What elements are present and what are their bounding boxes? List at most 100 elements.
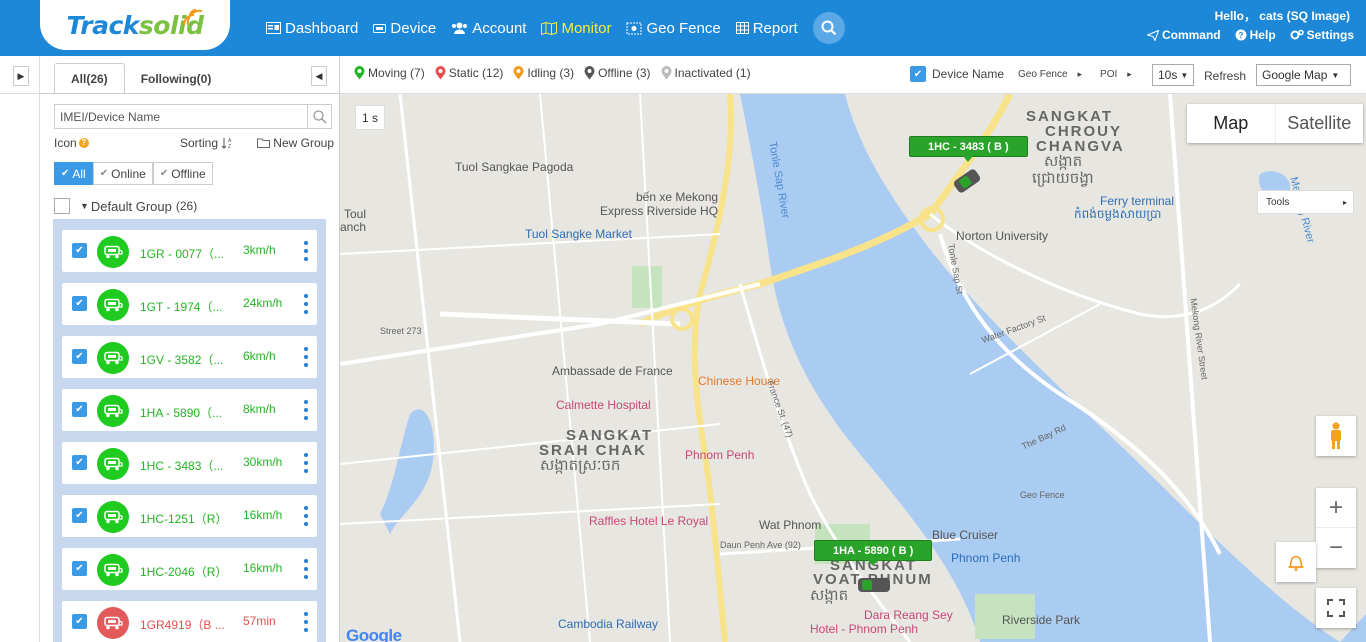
- device-speed: 24km/h: [243, 296, 283, 310]
- sorting-option[interactable]: Sorting AZ: [180, 136, 235, 150]
- map-provider-select[interactable]: Google Map ▼: [1256, 64, 1351, 86]
- new-group-button[interactable]: New Group: [257, 136, 334, 150]
- fullscreen-button[interactable]: [1316, 588, 1356, 628]
- nav-account[interactable]: Account: [451, 0, 526, 56]
- more-options-button[interactable]: [303, 612, 309, 632]
- filter-online[interactable]: ✔ Online: [92, 162, 153, 185]
- filter-offline[interactable]: ✔ Offline: [152, 162, 213, 185]
- map-canvas[interactable]: 1 s Tuol Sangkae Pagoda bến xe Mekong Ex…: [340, 94, 1366, 642]
- status-filter-item[interactable]: Static (12): [435, 66, 503, 80]
- status-filter-item[interactable]: Idling (3): [513, 66, 574, 80]
- device-card[interactable]: ✔ 1HC-2046（R） 16km/h: [62, 548, 317, 590]
- device-panel: All(26) Following(0) ◀ Icon ? Sorting AZ…: [40, 56, 340, 642]
- nav-dashboard[interactable]: Dashboard: [266, 0, 358, 56]
- folder-icon: [257, 138, 271, 148]
- check-icon: ✔: [75, 457, 84, 468]
- road-label: Street 273: [380, 326, 422, 336]
- device-card[interactable]: ✔ 1GV - 3582（... 6km/h: [62, 336, 317, 378]
- car-marker-icon[interactable]: [856, 572, 892, 598]
- status-filter-label: Moving (7): [368, 66, 425, 80]
- more-options-button[interactable]: [303, 241, 309, 261]
- default-group-row[interactable]: ▼ Default Group (26): [54, 197, 197, 215]
- device-checkbox[interactable]: ✔: [72, 508, 87, 523]
- tools-menu[interactable]: Tools ▸: [1257, 190, 1354, 214]
- device-checkbox[interactable]: ✔: [72, 614, 87, 629]
- car-marker-icon[interactable]: [950, 166, 984, 196]
- zoom-out-button[interactable]: −: [1316, 528, 1356, 568]
- geo-fence-toggle[interactable]: Geo Fence: [1018, 69, 1067, 80]
- chevron-right-icon[interactable]: ▸: [1127, 69, 1132, 80]
- zoom-in-button[interactable]: +: [1316, 488, 1356, 528]
- device-checkbox[interactable]: ✔: [72, 455, 87, 470]
- more-options-button[interactable]: [303, 294, 309, 314]
- map-type-map[interactable]: Map: [1187, 104, 1276, 143]
- device-card[interactable]: ✔ 1HA - 5890（... 8km/h: [62, 389, 317, 431]
- more-options-button[interactable]: [303, 347, 309, 367]
- check-icon: ✔: [159, 168, 169, 179]
- map-provider-value: Google Map: [1262, 68, 1328, 82]
- more-options-button[interactable]: [303, 453, 309, 473]
- status-filter-item[interactable]: Moving (7): [354, 66, 425, 80]
- group-checkbox[interactable]: [54, 198, 70, 214]
- location-pin-icon: [584, 66, 595, 80]
- expand-strip-button[interactable]: ▶: [13, 66, 29, 86]
- tab-divider: [40, 93, 340, 94]
- nav-report[interactable]: Report: [735, 0, 798, 56]
- icon-option[interactable]: Icon ?: [54, 136, 89, 150]
- device-card[interactable]: ✔ 1GR4919（B ... 57min: [62, 601, 317, 642]
- device-name-checkbox[interactable]: ✔: [910, 66, 926, 82]
- filter-all[interactable]: ✔ All: [54, 162, 93, 185]
- help-link[interactable]: ? Help: [1235, 28, 1276, 42]
- poi-toggle[interactable]: POI: [1100, 69, 1117, 80]
- status-filter-item[interactable]: Inactivated (1): [661, 66, 751, 80]
- nav-geo-fence[interactable]: Geo Fence: [626, 0, 721, 56]
- more-options-button[interactable]: [303, 506, 309, 526]
- device-checkbox[interactable]: ✔: [72, 402, 87, 417]
- device-card[interactable]: ✔ 1HC-1251（R） 16km/h: [62, 495, 317, 537]
- refresh-interval-select[interactable]: 10s ▼: [1152, 64, 1194, 86]
- device-checkbox[interactable]: ✔: [72, 243, 87, 258]
- nav-monitor[interactable]: Monitor: [541, 0, 611, 56]
- road-label: Geo Fence: [1020, 490, 1065, 500]
- settings-link[interactable]: Settings: [1290, 28, 1354, 42]
- device-map-tag[interactable]: 1HC - 3483 ( B ): [909, 136, 1028, 162]
- collapse-panel-button[interactable]: ◀: [311, 66, 327, 86]
- device-checkbox[interactable]: ✔: [72, 561, 87, 576]
- map-label: Phnom Penh: [685, 448, 755, 462]
- alarm-button[interactable]: [1276, 542, 1316, 582]
- device-checkbox[interactable]: ✔: [72, 296, 87, 311]
- device-card[interactable]: ✔ 1GT - 1974（... 24km/h: [62, 283, 317, 325]
- tracksolid-logo[interactable]: Tracksolid: [40, 0, 230, 50]
- refresh-button[interactable]: Refresh: [1204, 69, 1246, 83]
- device-name: 1HC-1251（R）: [140, 512, 228, 526]
- help-icon[interactable]: ?: [78, 138, 89, 148]
- more-options-button[interactable]: [303, 559, 309, 579]
- more-options-button[interactable]: [303, 400, 309, 420]
- device-checkbox[interactable]: ✔: [72, 349, 87, 364]
- status-filter-item[interactable]: Offline (3): [584, 66, 651, 80]
- new-group-label: New Group: [273, 136, 334, 150]
- strip-divider: [0, 93, 40, 94]
- device-map-tag[interactable]: 1HA - 5890 ( B ): [814, 540, 933, 566]
- command-link[interactable]: Command: [1146, 28, 1221, 42]
- map-type-satellite[interactable]: Satellite: [1276, 104, 1364, 143]
- map-label: Norton University: [956, 229, 1049, 243]
- map-label: Tuol Sangke Market: [525, 227, 632, 241]
- device-speed: 30km/h: [243, 455, 283, 469]
- nav-device[interactable]: Device: [373, 0, 436, 56]
- chevron-right-icon[interactable]: ▸: [1078, 69, 1083, 80]
- nav-monitor-label: Monitor: [561, 19, 612, 37]
- filter-offline-label: Offline: [171, 166, 206, 181]
- street-view-pegman[interactable]: [1316, 416, 1356, 456]
- tuktuk-icon: [104, 510, 123, 524]
- tab-following[interactable]: Following(0): [125, 63, 228, 94]
- tab-all[interactable]: All(26): [54, 63, 125, 94]
- device-search-input[interactable]: [55, 105, 307, 128]
- device-name-label[interactable]: Device Name: [932, 67, 1004, 81]
- device-card[interactable]: ✔ 1HC - 3483（... 30km/h: [62, 442, 317, 484]
- caret-down-icon[interactable]: ▼: [80, 201, 89, 211]
- device-card[interactable]: ✔ 1GR - 0077（... 3km/h: [62, 230, 317, 272]
- global-search-button[interactable]: [813, 12, 845, 44]
- check-icon: ✔: [61, 168, 70, 179]
- device-search-button[interactable]: [307, 105, 331, 128]
